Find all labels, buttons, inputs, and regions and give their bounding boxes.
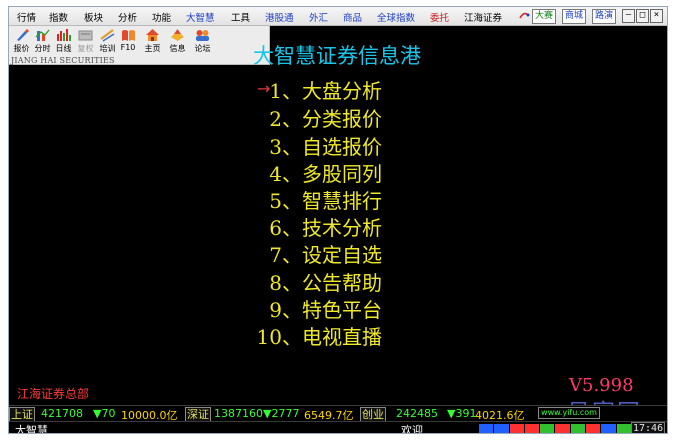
status-welcome: 欢迎 — [401, 424, 423, 434]
sz-index-change: ▼2777 — [263, 407, 300, 420]
pen-icon — [17, 29, 29, 41]
candlestick-icon — [57, 29, 71, 41]
toolbar-label: 论坛 — [194, 44, 211, 53]
menu-item-label: 技术分析 — [302, 216, 382, 240]
status-app-name: 大智慧 — [15, 424, 48, 434]
branch-name: 江海证券总部 — [17, 387, 90, 401]
toolbar-training-button[interactable]: 培训 — [97, 27, 118, 55]
menu-item-label: 自选报价 — [302, 135, 382, 159]
menu-item-number: 3、 — [269, 135, 302, 159]
toolbar-quote-button[interactable]: 报价 — [11, 27, 32, 55]
toolbar-daily-button[interactable]: 日线 — [53, 27, 74, 55]
menu-item-number: 7、 — [269, 243, 302, 267]
cy-index-label[interactable]: 创业 — [360, 407, 386, 422]
toolbar-label: F10 — [120, 43, 136, 52]
sz-index-value: 1387160 — [214, 407, 263, 420]
menu-item-announcement-help[interactable]: 8、公告帮助 — [239, 267, 539, 295]
toolbar-label: 主页 — [144, 44, 161, 53]
toolbar-info-button[interactable]: 信息 — [167, 27, 188, 55]
menu-item-label: 多股同列 — [302, 162, 382, 186]
line-chart-icon — [35, 29, 50, 41]
menu-item-label: 分类报价 — [302, 107, 382, 131]
forum-icon — [196, 30, 209, 41]
restore-icon — [78, 30, 93, 41]
menu-item-label: 公告帮助 — [302, 271, 382, 295]
sh-index-label[interactable]: 上证 — [9, 407, 35, 422]
sh-index-change: ▼70 — [93, 407, 116, 420]
market-strength-bars — [479, 424, 631, 433]
menu-index[interactable]: 指数 — [49, 10, 68, 24]
menu-item-market-analysis[interactable]: 1、大盘分析 — [239, 75, 539, 103]
menu-item-number: 1、 — [269, 79, 302, 103]
app-window: 行情 指数 板块 分析 功能 大智慧 工具 港股通 外汇 商品 全球指数 委托 … — [8, 6, 668, 434]
toolbar-label: 日线 — [55, 44, 72, 53]
menu-quotes[interactable]: 行情 — [17, 10, 36, 24]
training-icon — [100, 29, 115, 42]
menu-item-category-quotes[interactable]: 2、分类报价 — [239, 103, 539, 131]
menu-item-technical-analysis[interactable]: 6、技术分析 — [239, 212, 539, 240]
site-badge[interactable]: www.yifu.com — [538, 407, 600, 419]
toolbar-label: 复权 — [77, 44, 94, 53]
menu-item-number: 9、 — [269, 298, 302, 322]
toolbar-label: 分时 — [34, 44, 51, 53]
close-button[interactable]: × — [650, 9, 663, 23]
menu-item-multi-stock[interactable]: 4、多股同列 — [239, 158, 539, 186]
sz-index-label[interactable]: 深证 — [185, 407, 211, 422]
mall-button[interactable]: 商城 — [562, 9, 587, 24]
toolbar-adjust-button[interactable]: 复权 — [75, 27, 96, 55]
menu-item-label: 特色平台 — [302, 298, 382, 322]
toolbar-home-button[interactable]: 主页 — [142, 27, 163, 55]
toolbar-forum-button[interactable]: 论坛 — [192, 27, 213, 55]
menu-item-number: 2、 — [269, 107, 302, 131]
info-icon — [171, 29, 184, 41]
menu-item-number: 4、 — [269, 162, 302, 186]
f10-book-icon — [121, 30, 135, 41]
toolbar-label: 信息 — [169, 44, 186, 53]
menu-item-number: 8、 — [269, 271, 302, 295]
cy-index-value: 242485 — [396, 407, 438, 420]
main-menu: 1、大盘分析 2、分类报价 3、自选报价 4、多股同列 5、智慧排行 6、技术分… — [239, 7, 539, 367]
menu-item-set-watchlist[interactable]: 7、设定自选 — [239, 239, 539, 267]
menu-item-watchlist-quotes[interactable]: 3、自选报价 — [239, 131, 539, 159]
menu-item-label: 智慧排行 — [302, 189, 382, 213]
toolbar-label: 报价 — [13, 44, 30, 53]
menu-item-smart-ranking[interactable]: 5、智慧排行 — [239, 185, 539, 213]
menu-functions[interactable]: 功能 — [152, 10, 171, 24]
menu-item-feature-platform[interactable]: 9、特色平台 — [239, 294, 539, 322]
menu-item-tv-live[interactable]: 10、电视直播 — [239, 321, 539, 349]
menu-item-label: 电视直播 — [302, 325, 382, 349]
menu-analysis[interactable]: 分析 — [118, 10, 137, 24]
home-icon — [146, 29, 159, 41]
roadshow-button[interactable]: 路演 — [592, 9, 617, 24]
menu-item-number: 5、 — [269, 189, 302, 213]
toolbar-f10-button[interactable]: F10 — [119, 27, 137, 55]
menu-item-number: 6、 — [269, 216, 302, 240]
minimize-button[interactable]: — — [622, 9, 635, 23]
menu-item-number: 10、 — [256, 325, 302, 349]
cy-index-change: ▼391 — [447, 407, 477, 420]
toolbar-label: 培训 — [99, 44, 116, 53]
menu-item-label: 设定自选 — [302, 243, 382, 267]
menu-sectors[interactable]: 板块 — [84, 10, 103, 24]
toolbar-intraday-button[interactable]: 分时 — [32, 27, 53, 55]
maximize-button[interactable]: □ — [636, 9, 649, 23]
status-bar: 大智慧 欢迎 17:46 — [9, 421, 667, 434]
clock: 17:46 — [631, 422, 666, 434]
menu-dazhihui[interactable]: 大智慧 — [186, 10, 215, 24]
menu-item-label: 大盘分析 — [302, 79, 382, 103]
index-ticker-bar: 上证 421708 ▼70 10000.0亿 深证 1387160 ▼2777 … — [9, 405, 667, 422]
sh-index-value: 421708 — [41, 407, 83, 420]
brand-text: JIANG HAI SECURITIES — [11, 56, 115, 65]
